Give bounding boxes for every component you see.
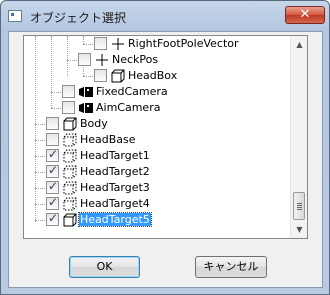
close-button[interactable]: ✕: [285, 6, 325, 24]
item-checkbox[interactable]: [46, 163, 59, 178]
item-checkbox[interactable]: [46, 211, 59, 226]
item-checkbox[interactable]: [94, 37, 107, 50]
ok-button[interactable]: OK: [69, 256, 140, 278]
tree-item-aimcamera[interactable]: AimCamera: [24, 100, 290, 116]
item-label: AimCamera: [96, 101, 161, 114]
tree-item-body[interactable]: Body: [24, 116, 290, 132]
dashed-cube-icon: [63, 165, 77, 179]
item-checkbox[interactable]: [62, 101, 75, 114]
item-label: HeadBox: [128, 69, 178, 82]
item-checkbox[interactable]: [62, 85, 75, 98]
scroll-down-arrow-icon[interactable]: ▼: [291, 221, 307, 238]
window-app-icon: [8, 10, 22, 22]
cross-joint-icon: [96, 54, 108, 66]
tree-item-headtarget5[interactable]: HeadTarget5: [24, 211, 290, 228]
tree-item-headtarget4[interactable]: HeadTarget4: [24, 195, 290, 212]
item-label: HeadTarget3: [80, 181, 150, 194]
item-checkbox[interactable]: [46, 179, 59, 194]
item-label: HeadTarget4: [80, 197, 150, 210]
dashed-cube-icon: [63, 133, 77, 147]
window-title: オブジェクト選択: [30, 11, 127, 25]
item-label: NeckPos: [112, 53, 159, 66]
item-checkbox[interactable]: [46, 133, 59, 146]
camera-icon: [79, 103, 93, 113]
scrollbar-thumb[interactable]: [293, 192, 305, 220]
camera-icon: [79, 87, 93, 97]
item-label: RightFootPoleVector: [128, 37, 239, 50]
tree-item-headtarget3[interactable]: HeadTarget3: [24, 179, 290, 196]
item-checkbox[interactable]: [78, 53, 91, 66]
close-icon: ✕: [299, 7, 311, 22]
item-checkbox[interactable]: [94, 69, 107, 82]
dashed-cube-icon: [63, 149, 77, 163]
item-label: HeadTarget2: [80, 165, 150, 178]
tree-item-headtarget1[interactable]: HeadTarget1: [24, 147, 290, 164]
cross-joint-icon: [112, 38, 124, 50]
tree-item-headtarget2[interactable]: HeadTarget2: [24, 163, 290, 180]
tree-item-neckpos[interactable]: NeckPos: [24, 52, 290, 68]
item-checkbox[interactable]: [46, 117, 59, 130]
item-label-selected: HeadTarget5: [78, 212, 152, 227]
vertical-scrollbar[interactable]: ▲ ▼: [290, 36, 307, 238]
item-label: HeadBase: [80, 133, 136, 146]
cube-icon: [63, 117, 77, 131]
cancel-button[interactable]: キャンセル: [195, 256, 267, 278]
tree-item-fixedcamera[interactable]: FixedCamera: [24, 84, 290, 100]
item-checkbox[interactable]: [46, 195, 59, 210]
object-tree[interactable]: RightFootPoleVector NeckPos HeadBox Fixe…: [23, 35, 308, 239]
item-label: HeadTarget1: [80, 149, 150, 162]
cube-icon: [63, 213, 77, 227]
title-bar[interactable]: オブジェクト選択 ✕: [1, 1, 329, 31]
dashed-cube-icon: [63, 197, 77, 211]
cube-icon: [111, 69, 125, 83]
item-label: Body: [80, 117, 108, 130]
tree-item-headbase[interactable]: HeadBase: [24, 132, 290, 148]
tree-item-headbox[interactable]: HeadBox: [24, 68, 290, 84]
item-label: FixedCamera: [96, 85, 168, 98]
item-checkbox[interactable]: [46, 147, 59, 162]
tree-item-rightfootpolevector[interactable]: RightFootPoleVector: [24, 36, 290, 52]
tree-rows: RightFootPoleVector NeckPos HeadBox Fixe…: [24, 36, 290, 238]
scroll-up-arrow-icon[interactable]: ▲: [291, 36, 307, 53]
dashed-cube-icon: [63, 181, 77, 195]
